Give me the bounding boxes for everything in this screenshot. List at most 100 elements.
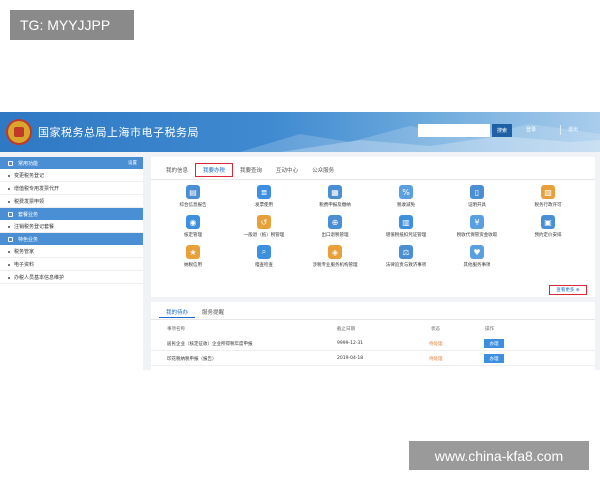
row-name: 印花税纳税申报（报告） bbox=[167, 357, 217, 362]
tab-service-reminder[interactable]: 服务提醒 bbox=[195, 306, 231, 318]
legal-icon: ⚖ bbox=[399, 245, 413, 259]
website-watermark: www.china-kfa8.com bbox=[409, 441, 589, 470]
row-deadline: 9999-12-31 bbox=[337, 341, 364, 346]
row-status: 待处理 bbox=[429, 357, 443, 362]
service-item-label: 税收代保管资金收取 bbox=[456, 233, 498, 238]
certificate-icon: ▯ bbox=[470, 185, 484, 199]
export-refund-icon: ⊕ bbox=[328, 215, 342, 229]
tax-portal-screenshot: 国家税务总局上海市电子税务局 搜索 登录 退出 常用功能 设置 变更税务登记 增… bbox=[0, 112, 600, 370]
sidebar-item-electronic-docs[interactable]: 电子资料 bbox=[0, 258, 143, 271]
service-item-label: 其他服务事项 bbox=[463, 263, 491, 268]
service-item[interactable]: ⚖ 法律追责与救济事项 bbox=[376, 245, 436, 275]
tab-my-todo[interactable]: 我的待办 bbox=[159, 306, 196, 318]
service-item-label: 发票使用 bbox=[255, 203, 273, 208]
service-item[interactable]: % 税收减免 bbox=[376, 185, 436, 215]
column-header-name: 事项名称 bbox=[167, 327, 185, 332]
table-row: 印花税纳税申报（报告） 2019-04-18 待处理 办理 bbox=[151, 352, 595, 366]
star-icon bbox=[8, 236, 13, 242]
tab-query[interactable]: 我要查询 bbox=[233, 163, 269, 177]
tab-my-info[interactable]: 我的信息 bbox=[159, 163, 195, 177]
search-input[interactable] bbox=[418, 124, 490, 137]
package-icon bbox=[8, 211, 13, 217]
service-item-label: 税费申报及缴纳 bbox=[319, 203, 351, 208]
service-item-label: 证明开具 bbox=[468, 203, 486, 208]
service-item[interactable]: ≣ 发票使用 bbox=[234, 185, 294, 215]
service-item[interactable]: ▥ 增值税抵扣凭证管理 bbox=[376, 215, 436, 245]
sidebar-item-deregistration[interactable]: 注销税务登记套餐 bbox=[0, 220, 143, 233]
service-item[interactable]: ◉ 核定管理 bbox=[163, 215, 223, 245]
service-item[interactable]: ⊕ 出口退税管理 bbox=[305, 215, 365, 245]
permit-icon: ▧ bbox=[541, 185, 555, 199]
service-item[interactable]: ¥ 税收代保管资金收取 bbox=[447, 215, 507, 245]
service-item[interactable]: ↺ 一般退（抵）税管理 bbox=[234, 215, 294, 245]
other-service-icon: ♥ bbox=[470, 245, 484, 259]
sidebar-section-special[interactable]: 特色业务 bbox=[0, 233, 143, 245]
table-header: 事项名称 截止日期 状态 操作 bbox=[151, 322, 595, 336]
handle-button[interactable]: 办理 bbox=[484, 354, 504, 363]
deduction-icon: ▥ bbox=[399, 215, 413, 229]
credit-icon: ★ bbox=[186, 245, 200, 259]
sidebar-item-staff-info[interactable]: 办税人员基本信息维护 bbox=[0, 271, 143, 284]
service-item-label: 出口退税管理 bbox=[321, 233, 349, 238]
logout-link[interactable]: 退出 bbox=[568, 126, 578, 133]
service-item-label: 法律追责与救济事项 bbox=[385, 263, 427, 268]
service-item-label: 增值税抵扣凭证管理 bbox=[385, 233, 427, 238]
search-button[interactable]: 搜索 bbox=[492, 124, 512, 137]
column-header-status: 状态 bbox=[431, 327, 440, 332]
tab-tax-handling[interactable]: 我要办税 bbox=[195, 163, 234, 177]
sidebar-item-change-registration[interactable]: 变更税务登记 bbox=[0, 169, 143, 182]
row-deadline: 2019-04-18 bbox=[337, 356, 364, 361]
service-item-label: 税务行政许可 bbox=[534, 203, 562, 208]
sidebar-item-tax-steward[interactable]: 税务管家 bbox=[0, 245, 143, 258]
sidebar-settings-link[interactable]: 设置 bbox=[128, 160, 137, 166]
column-header-deadline: 截止日期 bbox=[337, 327, 355, 332]
service-item-label: 税收减免 bbox=[397, 203, 415, 208]
inspection-icon: ⌕ bbox=[257, 245, 271, 259]
service-item[interactable]: ★ 纳税信用 bbox=[163, 245, 223, 275]
service-item[interactable]: ♥ 其他服务事项 bbox=[447, 245, 507, 275]
login-link[interactable]: 登录 bbox=[526, 126, 536, 133]
service-item[interactable]: ▦ 税费申报及缴纳 bbox=[305, 185, 365, 215]
service-item[interactable]: ▣ 预约定价安排 bbox=[518, 215, 578, 245]
service-item-label: 核定管理 bbox=[184, 233, 202, 238]
sidebar-section-title: 常用功能 bbox=[18, 160, 39, 167]
sidebar-item-invoice-request[interactable]: 税费发票申领 bbox=[0, 195, 143, 208]
service-item-label: 一般退（抵）税管理 bbox=[243, 233, 285, 238]
service-item-label: 稽查检查 bbox=[255, 263, 273, 268]
todo-tabs: 我的待办 服务提醒 bbox=[159, 306, 231, 318]
tab-interaction[interactable]: 互动中心 bbox=[269, 163, 305, 177]
site-header: 国家税务总局上海市电子税务局 搜索 登录 退出 bbox=[0, 112, 600, 152]
tax-emblem-icon bbox=[6, 119, 32, 145]
service-item[interactable]: ◈ 涉税专业服务机构管理 bbox=[305, 245, 365, 275]
funds-icon: ¥ bbox=[470, 215, 484, 229]
document-icon: ▤ bbox=[186, 185, 200, 199]
row-status: 待处理 bbox=[429, 342, 443, 347]
main-panel: 我的信息 我要办税 我要查询 互动中心 公众服务 ▤ 综合信息报告 ≣ 发票使用 ▦ 税费… bbox=[151, 157, 595, 297]
sidebar-section-package[interactable]: 套餐业务 bbox=[0, 208, 143, 220]
sidebar-section-title: 特色业务 bbox=[18, 236, 39, 243]
service-item-label: 纳税信用 bbox=[184, 263, 202, 268]
tax-filing-icon: ▦ bbox=[328, 185, 342, 199]
handle-button[interactable]: 办理 bbox=[484, 339, 504, 348]
tab-public-service[interactable]: 公众服务 bbox=[305, 163, 341, 177]
column-header-action: 操作 bbox=[485, 327, 494, 332]
header-divider bbox=[560, 125, 561, 135]
verify-icon: ◉ bbox=[186, 215, 200, 229]
home-icon bbox=[8, 160, 13, 166]
view-more-button[interactable]: 查看更多 ⊕ bbox=[549, 285, 587, 295]
service-item[interactable]: ▯ 证明开具 bbox=[447, 185, 507, 215]
sidebar-section-common[interactable]: 常用功能 设置 bbox=[0, 157, 143, 169]
main-tabs: 我的信息 我要办税 我要查询 互动中心 公众服务 bbox=[159, 163, 341, 177]
sidebar: 常用功能 设置 变更税务登记 增值税专用发票代开 税费发票申领 套餐业务 注销税… bbox=[0, 157, 143, 370]
service-item[interactable]: ▧ 税务行政许可 bbox=[518, 185, 578, 215]
todo-panel: 我的待办 服务提醒 事项名称 截止日期 状态 操作 居民企业（核定征收）企业所得… bbox=[151, 302, 595, 370]
service-item[interactable]: ⌕ 稽查检查 bbox=[234, 245, 294, 275]
service-item-label: 综合信息报告 bbox=[179, 203, 207, 208]
table-row: 居民企业（核定征收）企业所得税年度申报 9999-12-31 待处理 办理 bbox=[151, 337, 595, 351]
service-item[interactable]: ▤ 综合信息报告 bbox=[163, 185, 223, 215]
sidebar-item-vat-invoice[interactable]: 增值税专用发票代开 bbox=[0, 182, 143, 195]
calendar-icon: ▣ bbox=[541, 215, 555, 229]
site-title: 国家税务总局上海市电子税务局 bbox=[38, 126, 199, 139]
telegram-watermark: TG: MYYJJPP bbox=[10, 10, 134, 40]
service-item-label: 预约定价安排 bbox=[534, 233, 562, 238]
